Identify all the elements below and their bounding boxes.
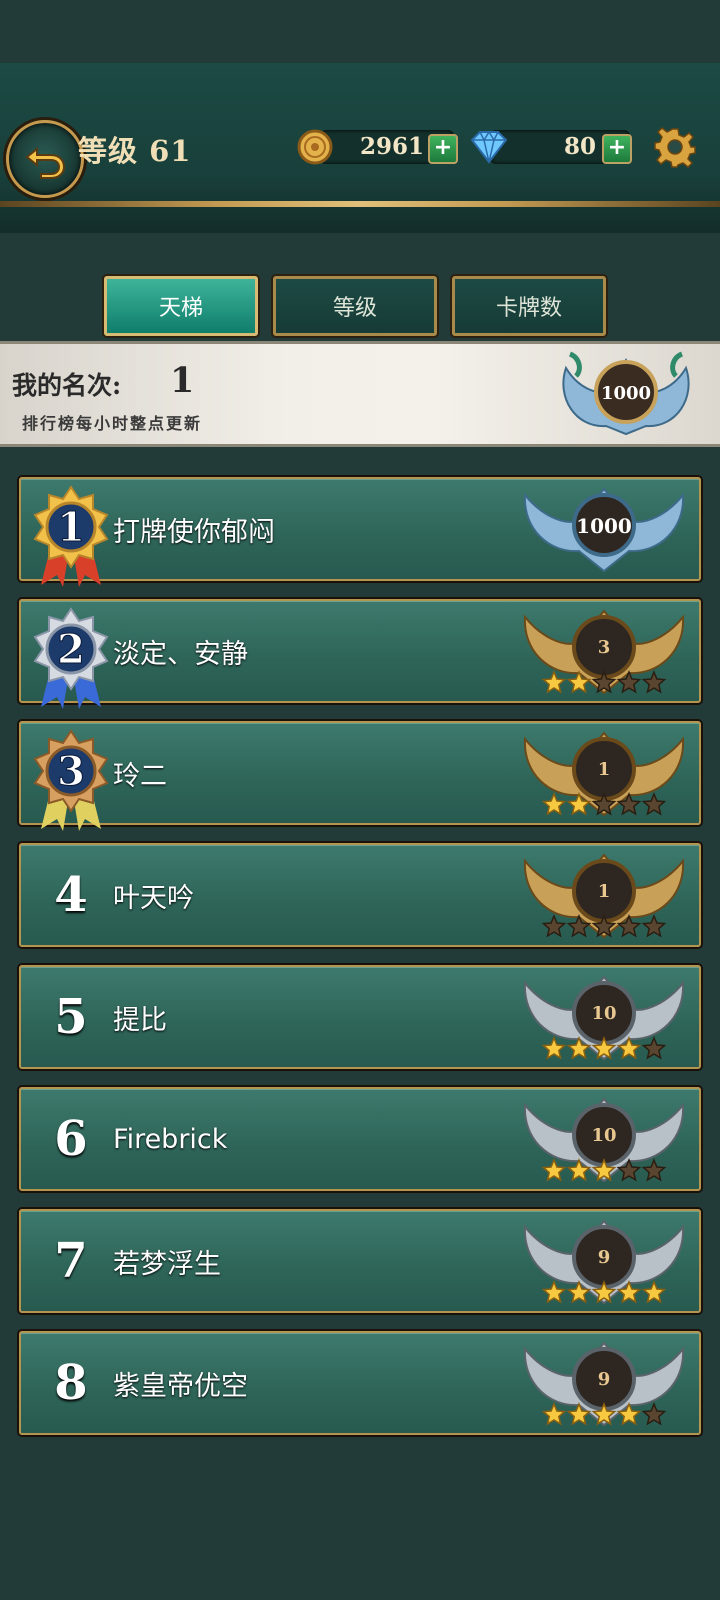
badge-value: 3	[598, 637, 611, 658]
rank-tier-badge: 1	[523, 731, 685, 817]
rank-number: 6	[54, 1111, 88, 1167]
star-filled-icon	[541, 792, 567, 816]
badge-value: 9	[598, 1369, 611, 1390]
star-empty-icon	[641, 1036, 667, 1060]
leaderboard-row[interactable]: 1 打牌使你郁闷 1000	[19, 477, 701, 587]
player-name: 紫皇帝优空	[113, 1370, 248, 1402]
player-name: Firebrick	[113, 1123, 228, 1155]
rank-medal-icon: 3	[33, 729, 109, 831]
leaderboard-row[interactable]: 2 淡定、安静 3	[19, 599, 701, 709]
star-empty-icon	[641, 1402, 667, 1426]
star-empty-icon	[641, 792, 667, 816]
player-name: 玲二	[113, 760, 167, 792]
coin-count: 2961	[359, 133, 424, 160]
player-name: 打牌使你郁闷	[113, 516, 275, 548]
tab-card-count[interactable]: 卡牌数	[452, 276, 606, 336]
leaderboard-row[interactable]: 5 提比 10	[19, 965, 701, 1069]
diamond-icon	[470, 130, 508, 164]
star-filled-icon	[541, 670, 567, 694]
rank-number: 7	[54, 1233, 88, 1289]
star-empty-icon	[641, 670, 667, 694]
rank-tier-badge: 1000	[523, 487, 685, 573]
rank-number: 4	[54, 867, 88, 923]
player-name: 叶天吟	[113, 882, 194, 914]
star-empty-icon	[641, 914, 667, 938]
rank-number: 2	[57, 626, 85, 673]
leaderboard-row[interactable]: 7 若梦浮生 9	[19, 1209, 701, 1313]
my-rank-badge: 1000	[562, 351, 690, 436]
badge-value: 1	[598, 881, 611, 902]
rank-number: 8	[54, 1355, 88, 1411]
rank-medal-icon: 2	[33, 607, 109, 709]
rank-tier-badge: 9	[523, 1341, 685, 1427]
leaderboard-row[interactable]: 3 玲二 1	[19, 721, 701, 831]
rank-tier-badge: 10	[523, 1097, 685, 1183]
badge-value: 10	[591, 1125, 616, 1146]
my-rank-value: 1	[170, 360, 195, 401]
badge-value: 9	[598, 1247, 611, 1268]
gem-count: 80	[563, 133, 596, 160]
my-rank-label: 我的名次:	[12, 371, 122, 400]
rank-tier-badge: 1	[523, 853, 685, 939]
back-button[interactable]	[6, 120, 84, 198]
star-filled-icon	[641, 1280, 667, 1304]
my-rank-badge-value: 1000	[601, 383, 651, 404]
tab-ladder[interactable]: 天梯	[104, 276, 258, 336]
update-note: 排行榜每小时整点更新	[22, 414, 203, 433]
rank-number: 5	[54, 989, 88, 1045]
coin-icon	[297, 129, 333, 165]
leaderboard-row[interactable]: 8 紫皇帝优空 9	[19, 1331, 701, 1435]
tab-level[interactable]: 等级	[273, 276, 437, 336]
leaderboard-row[interactable]: 6 Firebrick 10	[19, 1087, 701, 1191]
star-filled-icon	[541, 1402, 567, 1426]
star-empty-icon	[641, 1158, 667, 1182]
rank-medal-icon: 1	[33, 485, 109, 587]
star-filled-icon	[541, 1280, 567, 1304]
add-coins-button[interactable]: +	[428, 134, 458, 164]
badge-value: 10	[591, 1003, 616, 1024]
player-level: 等级 61	[78, 134, 192, 168]
player-name: 若梦浮生	[113, 1248, 221, 1280]
star-filled-icon	[541, 1036, 567, 1060]
rank-number: 1	[57, 504, 85, 551]
player-name: 提比	[113, 1004, 167, 1036]
badge-value: 1000	[576, 514, 632, 538]
leaderboard-tabs: 天梯 等级 卡牌数	[0, 276, 720, 336]
add-gems-button[interactable]: +	[602, 134, 632, 164]
star-empty-icon	[541, 914, 567, 938]
rank-tier-badge: 10	[523, 975, 685, 1061]
rank-number: 3	[57, 748, 85, 795]
rank-tier-badge: 3	[523, 609, 685, 695]
settings-gear-icon[interactable]	[654, 126, 696, 168]
leaderboard-row[interactable]: 4 叶天吟 1	[19, 843, 701, 947]
back-arrow-icon	[25, 146, 66, 179]
star-filled-icon	[541, 1158, 567, 1182]
badge-value: 1	[598, 759, 611, 780]
rank-tier-badge: 9	[523, 1219, 685, 1305]
player-name: 淡定、安静	[113, 638, 248, 670]
